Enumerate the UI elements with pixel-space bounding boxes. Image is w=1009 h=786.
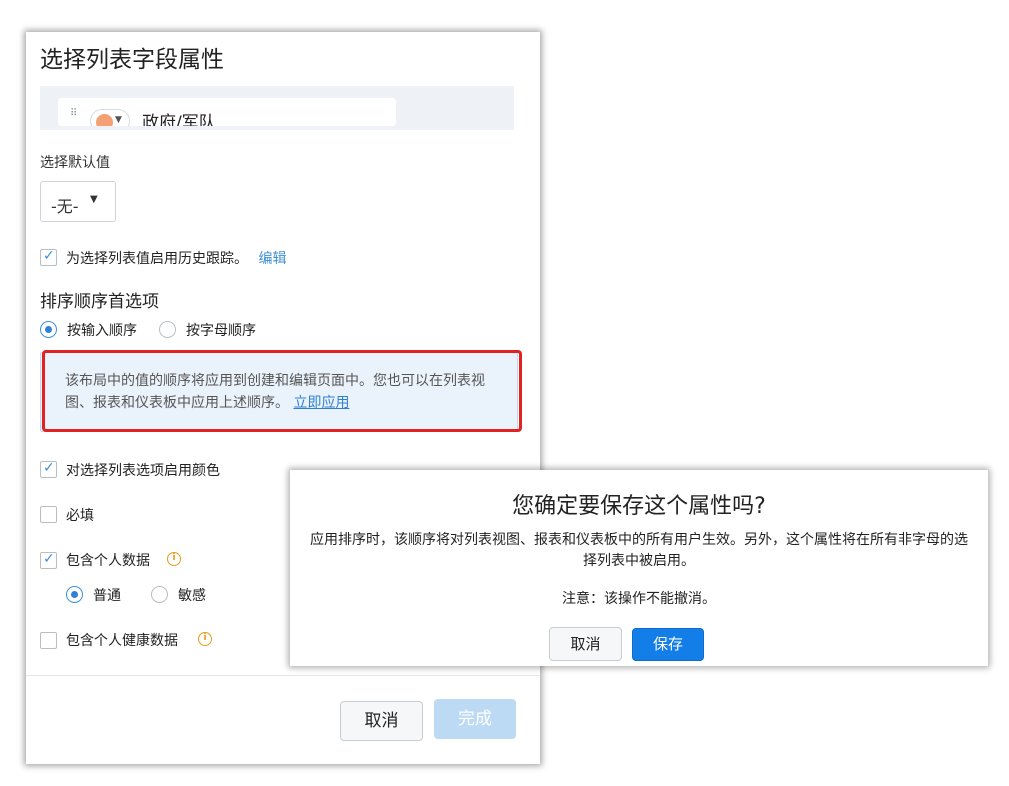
required-label: 必填 [66, 508, 94, 524]
color-swatch [96, 114, 113, 126]
required-checkbox[interactable] [40, 506, 57, 523]
panel-title: 选择列表字段属性 [40, 47, 224, 73]
history-edit-link[interactable]: 编辑 [258, 251, 286, 267]
dialog-save-button[interactable]: 保存 [632, 628, 704, 661]
default-value-selected: -无- [51, 197, 79, 216]
enable-colors-label: 对选择列表选项启用颜色 [66, 463, 220, 479]
done-button[interactable]: 完成 [434, 699, 516, 739]
health-data-checkbox[interactable] [40, 632, 57, 649]
picklist-values-strip: ⠿ ▼ 政府/军队 [40, 86, 514, 130]
personal-data-label: 包含个人数据 [66, 553, 150, 569]
history-tracking-label: 为选择列表值启用历史跟踪。 编辑 [66, 248, 286, 268]
footer-divider [26, 675, 540, 676]
info-icon[interactable]: i [167, 552, 181, 566]
cancel-button[interactable]: 取消 [340, 701, 423, 741]
picklist-value-row[interactable]: ⠿ ▼ 政府/军队 [58, 98, 396, 126]
personal-normal-radio[interactable] [66, 586, 83, 603]
dialog-message: 应用排序时，该顺序将对列表视图、报表和仪表板中的所有用户生效。另外，这个属性将在… [310, 532, 968, 569]
sort-order-title: 排序顺序首选项 [40, 292, 159, 312]
check-icon: ✓ [43, 248, 55, 264]
personal-sensitive-label: 敏感 [178, 588, 206, 604]
info-icon[interactable]: i [198, 632, 212, 646]
sort-alphabetical-label: 按字母顺序 [186, 323, 256, 339]
personal-data-checkbox[interactable]: ✓ [40, 551, 57, 569]
dialog-cancel-button[interactable]: 取消 [549, 627, 622, 661]
sort-info-box: 该布局中的值的顺序将应用到创建和编辑页面中。您也可以在列表视图、报表和仪表板中应… [40, 352, 518, 432]
check-icon: ✓ [43, 460, 55, 476]
default-value-select[interactable]: -无- ▼ [40, 181, 116, 222]
history-tracking-checkbox[interactable]: ✓ [40, 248, 57, 266]
dialog-title: 您确定要保存这个属性吗? [512, 494, 766, 519]
color-picker-button[interactable]: ▼ [90, 109, 130, 126]
sort-entry-order-radio[interactable] [40, 321, 57, 338]
drag-handle-icon[interactable]: ⠿ [70, 109, 77, 119]
enable-colors-checkbox[interactable]: ✓ [40, 460, 57, 478]
picklist-value-text: 政府/军队 [142, 113, 216, 126]
dialog-note: 注意：该操作不能撤消。 [562, 591, 716, 607]
personal-normal-label: 普通 [93, 588, 121, 604]
sort-entry-order-label: 按输入顺序 [67, 323, 137, 339]
chevron-down-icon: ▼ [115, 115, 122, 125]
sort-info-text: 该布局中的值的顺序将应用到创建和编辑页面中。您也可以在列表视图、报表和仪表板中应… [65, 370, 505, 414]
caret-down-icon: ▼ [90, 194, 98, 205]
sort-alphabetical-radio[interactable] [159, 321, 176, 338]
sort-info-message: 该布局中的值的顺序将应用到创建和编辑页面中。您也可以在列表视图、报表和仪表板中应… [65, 373, 485, 411]
default-value-label: 选择默认值 [40, 155, 110, 171]
personal-sensitive-radio[interactable] [151, 586, 168, 603]
history-tracking-text: 为选择列表值启用历史跟踪。 [66, 251, 248, 267]
apply-now-link[interactable]: 立即应用 [293, 395, 349, 411]
check-icon: ✓ [43, 551, 55, 567]
health-data-label: 包含个人健康数据 [66, 633, 178, 649]
confirm-save-dialog: 您确定要保存这个属性吗? 应用排序时，该顺序将对列表视图、报表和仪表板中的所有用… [290, 470, 988, 666]
